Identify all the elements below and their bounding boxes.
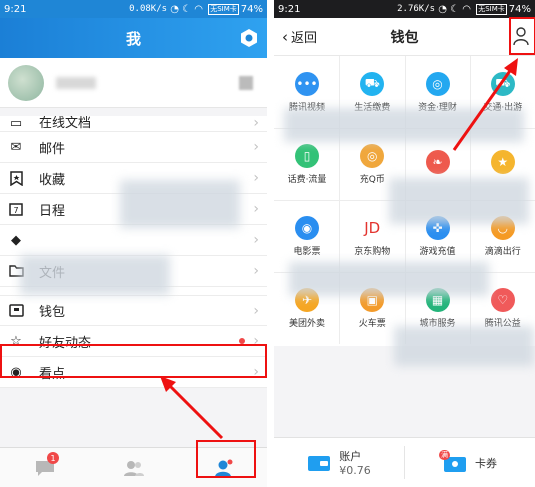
contacts-icon bbox=[123, 460, 144, 476]
wallet-highlight bbox=[0, 344, 267, 378]
menu-item-docs[interactable]: ▭ 在线文档 › bbox=[0, 116, 267, 132]
phone-icon: ▯ bbox=[295, 143, 319, 168]
privacy-blur bbox=[120, 180, 240, 228]
net-speed: 0.08K/s bbox=[129, 4, 168, 14]
menu-item-mail[interactable]: ✉ 邮件 › bbox=[0, 132, 267, 163]
menu-item-label: 在线文档 bbox=[39, 116, 92, 131]
chevron-right-icon: › bbox=[253, 232, 259, 248]
service-label: 火车票 bbox=[358, 318, 386, 329]
privacy-blur bbox=[394, 326, 534, 366]
battery-level: 74% bbox=[508, 3, 531, 15]
sim-status: 无SIM卡 bbox=[476, 3, 507, 15]
account-button[interactable]: 账户 ¥0.76 bbox=[274, 438, 404, 487]
chat-icon: ••• bbox=[295, 71, 319, 96]
account-balance: ¥0.76 bbox=[339, 464, 371, 477]
wallet-screen: 9:21 2.76K/s ◔ ☾ ◠ 无SIM卡 74% ‹ 返回 钱包 •••… bbox=[274, 0, 535, 487]
coupon-button[interactable]: 满 卡券 bbox=[405, 438, 535, 487]
profile-card[interactable] bbox=[0, 58, 267, 108]
menu-item-blurred[interactable]: ◆ › bbox=[0, 225, 267, 256]
calendar-icon: 7 bbox=[8, 201, 24, 217]
service-label: 美团外卖 bbox=[288, 318, 325, 329]
film-icon: ◉ bbox=[295, 215, 319, 240]
chevron-left-icon: ‹ bbox=[282, 27, 288, 46]
battery-level: 74% bbox=[240, 3, 263, 15]
page-header: ‹ 返回 钱包 bbox=[274, 18, 535, 56]
me-tab-highlight bbox=[196, 440, 256, 478]
privacy-blur bbox=[289, 262, 489, 296]
page-header: 我 bbox=[0, 18, 267, 58]
settings-hex-icon[interactable] bbox=[239, 28, 259, 48]
document-icon: ▭ bbox=[9, 116, 23, 131]
signal-icon: ◔ ☾ ◠ bbox=[167, 3, 207, 15]
star-badge-icon: ★ bbox=[490, 150, 515, 174]
privacy-blur bbox=[20, 255, 170, 295]
piggy-icon: ◎ bbox=[425, 71, 450, 96]
status-time: 9:21 bbox=[278, 3, 301, 15]
avatar[interactable] bbox=[8, 64, 44, 101]
back-label: 返回 bbox=[291, 31, 318, 46]
service-label: 电影票 bbox=[293, 246, 321, 257]
bookmark-icon bbox=[8, 170, 24, 186]
page-title: 我 bbox=[125, 29, 141, 48]
page-title: 钱包 bbox=[390, 29, 419, 46]
chevron-right-icon: › bbox=[253, 139, 259, 155]
service-label: 滴滴出行 bbox=[484, 246, 521, 257]
account-bar: 账户 ¥0.76 满 卡券 bbox=[274, 437, 535, 487]
menu-item-wallet[interactable]: 钱包 › bbox=[0, 295, 267, 326]
unread-badge: 1 bbox=[47, 452, 59, 464]
service-label: 话费·流量 bbox=[287, 174, 327, 185]
person-outline-icon[interactable] bbox=[511, 25, 531, 47]
privacy-blur bbox=[284, 108, 524, 142]
chevron-right-icon: › bbox=[253, 302, 259, 319]
menu-item-label: 收藏 bbox=[39, 172, 66, 188]
leaf-icon: ❧ bbox=[425, 150, 450, 174]
jd-icon: JD bbox=[364, 218, 381, 237]
coupon-label: 卡券 bbox=[475, 456, 497, 470]
net-speed: 2.76K/s bbox=[397, 4, 436, 14]
chevron-right-icon: › bbox=[253, 201, 259, 217]
wallet-icon bbox=[8, 303, 24, 319]
svg-text:7: 7 bbox=[13, 206, 18, 215]
heart-icon: ♡ bbox=[490, 287, 515, 312]
profile-screen: 9:21 0.08K/s ◔ ☾ ◠ 无SIM卡 74% 我 ▭ 在线文档 › … bbox=[0, 0, 267, 487]
wallet-card-icon bbox=[308, 455, 331, 471]
cart-icon: ⛟ bbox=[360, 71, 385, 96]
service-label: 游戏充值 bbox=[419, 246, 456, 257]
coupon-icon: 满 bbox=[439, 449, 467, 474]
nickname-blurred bbox=[56, 76, 96, 89]
car-icon: ⛟ bbox=[490, 71, 515, 96]
sim-status: 无SIM卡 bbox=[208, 3, 239, 15]
mail-icon: ✉ bbox=[10, 139, 22, 155]
privacy-blur bbox=[389, 178, 529, 224]
chevron-right-icon: › bbox=[253, 263, 259, 279]
coupon-badge: 满 bbox=[439, 449, 450, 460]
coin-icon: ◎ bbox=[360, 143, 385, 168]
menu-item-label: 钱包 bbox=[39, 305, 66, 320]
qr-code-icon[interactable] bbox=[239, 75, 253, 90]
status-bar: 9:21 0.08K/s ◔ ☾ ◠ 无SIM卡 74% bbox=[0, 0, 267, 18]
blurred-icon: ◆ bbox=[11, 232, 21, 248]
tab-messages[interactable]: 1 bbox=[0, 448, 89, 487]
tab-contacts[interactable] bbox=[89, 448, 178, 487]
back-button[interactable]: ‹ 返回 bbox=[282, 27, 318, 47]
chevron-right-icon: › bbox=[253, 170, 259, 186]
account-label: 账户 bbox=[339, 450, 362, 463]
status-bar: 9:21 2.76K/s ◔ ☾ ◠ 无SIM卡 74% bbox=[274, 0, 535, 18]
service-tile[interactable]: ◉ 电影票 bbox=[274, 202, 340, 270]
signal-icon: ◔ ☾ ◠ bbox=[435, 3, 475, 15]
status-time: 9:21 bbox=[4, 3, 27, 15]
service-label: 京东购物 bbox=[354, 246, 391, 257]
menu-item-label: 日程 bbox=[39, 203, 66, 219]
service-label: 充Q币 bbox=[359, 174, 385, 185]
menu-item-label: 邮件 bbox=[39, 141, 66, 157]
chevron-right-icon: › bbox=[253, 116, 259, 131]
